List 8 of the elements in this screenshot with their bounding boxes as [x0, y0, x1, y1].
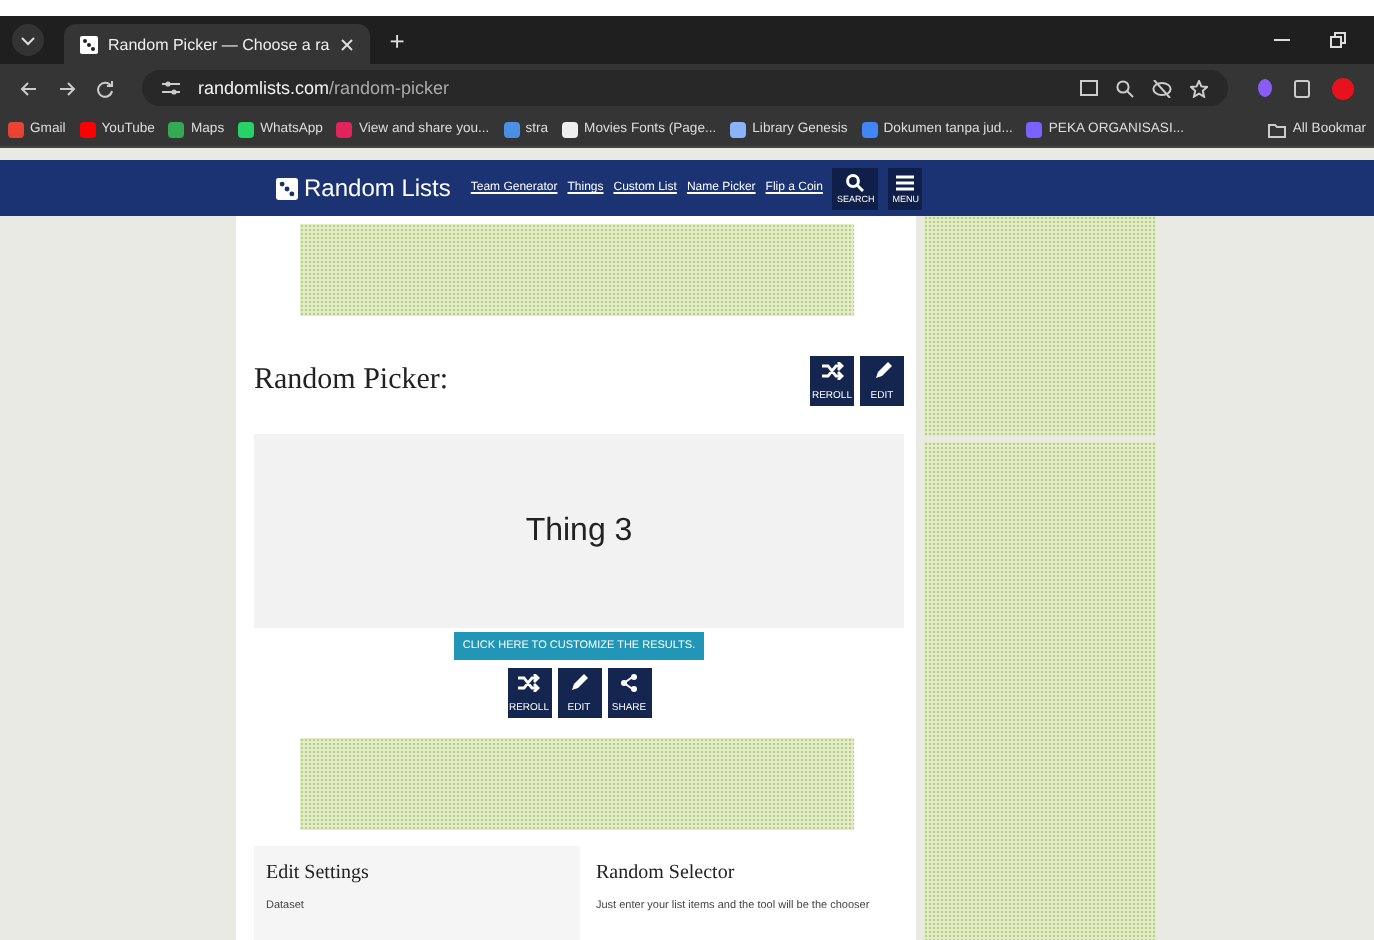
new-tab-button[interactable]: + — [389, 25, 405, 55]
site-logo[interactable]: Random Lists — [276, 174, 451, 202]
page-title: Random Picker: — [254, 364, 451, 398]
section-heading: Random Selector — [596, 862, 737, 884]
address-bar[interactable]: randomlists.com/random-picker — [142, 70, 1228, 106]
browser-tab[interactable]: Random Picker — Choose a ra — [64, 24, 370, 64]
result-text: Thing 3 — [525, 513, 633, 549]
section-heading: Edit Settings — [266, 862, 371, 884]
